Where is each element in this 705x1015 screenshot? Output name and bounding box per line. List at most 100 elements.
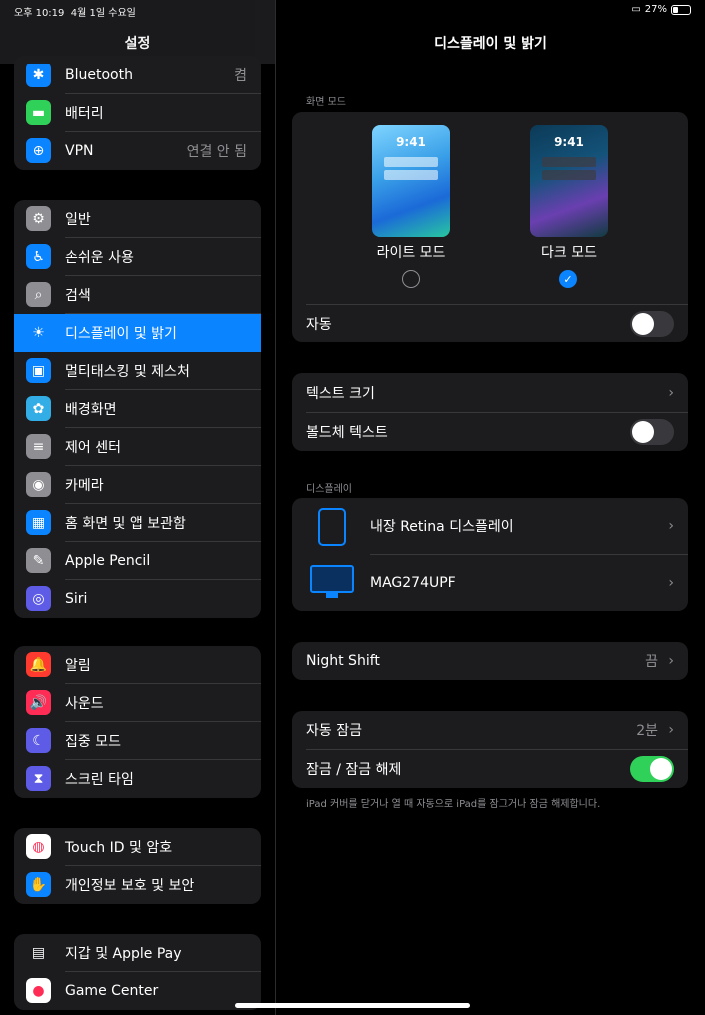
wallpaper-flower-icon: ✿ <box>26 396 51 421</box>
light-mode-preview[interactable]: 9:41 <box>372 125 450 237</box>
monitor-icon <box>310 565 354 593</box>
chevron-right-icon: › <box>668 575 674 591</box>
toggle-knob <box>650 758 672 780</box>
sidebar-item[interactable]: ◎ Siri <box>14 580 261 618</box>
sidebar-item[interactable]: 🔊 사운드 <box>14 684 261 722</box>
sidebar-item-label: 알림 <box>65 658 91 674</box>
sidebar-item-label: Siri <box>65 591 88 607</box>
sidebar-item-label: 지갑 및 Apple Pay <box>65 946 182 962</box>
sidebar-item-label: 스크린 타임 <box>65 772 134 788</box>
sidebar-header: 오후 10:19 4월 1일 수요일 설정 <box>0 0 275 64</box>
dark-mode-radio[interactable]: ✓ <box>559 270 577 288</box>
screen-mirroring-icon: ▭ <box>631 4 641 15</box>
sidebar-group-notifications: 🔔 알림 🔊 사운드 ☾ 집중 모드 ⧗ 스크린 타임 <box>14 646 261 798</box>
fingerprint-icon: ◍ <box>26 834 51 859</box>
auto-lock-label: 자동 잠금 <box>306 723 362 739</box>
lock-unlock-toggle[interactable] <box>630 756 674 782</box>
sidebar-item[interactable]: ● Game Center <box>14 972 261 1010</box>
sidebar-item[interactable]: ◍ Touch ID 및 암호 <box>14 828 261 866</box>
sidebar-item-label: 멀티태스킹 및 제스처 <box>65 364 190 380</box>
sidebar-item-value: 켬 <box>234 68 247 84</box>
vpn-globe-icon: ⊕ <box>26 138 51 163</box>
lock-footnote: iPad 커버를 닫거나 열 때 자동으로 iPad를 잠그거나 잠금 해제합니… <box>306 799 601 810</box>
sidebar-group-general: ⚙ 일반 ♿ 손쉬운 사용 ⌕ 검색 ☀ 디스플레이 및 밝기 ▣ 멀티태스킹 및 제스처 ✿ 배경화… <box>14 200 261 618</box>
sidebar-item[interactable]: ▣ 멀티태스킹 및 제스처 <box>14 352 261 390</box>
sidebar-item-label: Apple Pencil <box>65 553 151 569</box>
sidebar-item-label: 검색 <box>65 288 91 304</box>
sidebar-item[interactable]: ☀ 디스플레이 및 밝기 <box>14 314 261 352</box>
chevron-right-icon: › <box>668 653 674 669</box>
status-time: 오후 10:19 <box>14 8 65 19</box>
sidebar-item-label: Touch ID 및 암호 <box>65 840 173 856</box>
night-shift-label: Night Shift <box>306 653 380 669</box>
battery-icon: ▬ <box>26 100 51 125</box>
sidebar-item[interactable]: 🔔 알림 <box>14 646 261 684</box>
chevron-right-icon: › <box>668 722 674 738</box>
chevron-right-icon: › <box>668 384 674 401</box>
sidebar-item[interactable]: ▦ 홈 화면 및 앱 보관함 <box>14 504 261 542</box>
sidebar-title: 설정 <box>124 36 151 52</box>
lock-card: 자동 잠금 2분 › 잠금 / 잠금 해제 <box>292 711 688 788</box>
auto-lock-row[interactable]: 자동 잠금 2분 › <box>292 711 688 749</box>
builtin-display-row[interactable]: 내장 Retina 디스플레이 › <box>292 498 688 554</box>
preview-time: 9:41 <box>396 135 426 149</box>
hand-icon: ✋ <box>26 872 51 897</box>
night-shift-value: 끔 <box>645 654 658 670</box>
siri-icon: ◎ <box>26 586 51 611</box>
bell-icon: 🔔 <box>26 652 51 677</box>
bold-text-toggle[interactable] <box>630 419 674 445</box>
sidebar-item-label: 배경화면 <box>65 402 117 418</box>
status-right: ▭ 27% <box>631 4 691 15</box>
sidebar-group-wallet: ▤ 지갑 및 Apple Pay ● Game Center <box>14 934 261 1010</box>
sidebar-item[interactable]: ✿ 배경화면 <box>14 390 261 428</box>
appearance-header: 화면 모드 <box>306 97 346 108</box>
external-display-row[interactable]: MAG274UPF › <box>292 555 688 611</box>
sidebar-item-label: Bluetooth <box>65 67 133 83</box>
moon-icon: ☾ <box>26 728 51 753</box>
sidebar-item[interactable]: ◉ 카메라 <box>14 466 261 504</box>
dark-mode-preview[interactable]: 9:41 <box>530 125 608 237</box>
sidebar-item[interactable]: ⧗ 스크린 타임 <box>14 760 261 798</box>
toggle-knob <box>632 421 654 443</box>
battery-percent: 27% <box>644 4 667 15</box>
preview-time: 9:41 <box>554 135 584 149</box>
accessibility-icon: ♿ <box>26 244 51 269</box>
sidebar-item-label: VPN <box>65 143 94 159</box>
bold-text-row: 볼드체 텍스트 <box>292 413 688 451</box>
appearance-card: 9:41 9:41 라이트 모드 다크 모드 ✓ 자동 <box>292 112 688 342</box>
preview-notification-bar <box>542 170 596 180</box>
sidebar-item[interactable]: ✋ 개인정보 보호 및 보안 <box>14 866 261 904</box>
sidebar-item[interactable]: ≡ 제어 센터 <box>14 428 261 466</box>
lock-unlock-label: 잠금 / 잠금 해제 <box>306 762 402 778</box>
sidebar-item-value: 연결 안 됨 <box>186 144 247 160</box>
sidebar-item[interactable]: ⊕ VPN 연결 안 됨 <box>14 132 261 170</box>
game-center-icon: ● <box>26 978 51 1003</box>
auto-lock-value: 2분 <box>636 723 658 739</box>
chevron-right-icon: › <box>668 518 674 534</box>
light-mode-radio[interactable] <box>402 270 420 288</box>
brightness-icon: ☀ <box>26 320 51 345</box>
auto-appearance-toggle[interactable] <box>630 310 674 337</box>
sidebar-item-label: 사운드 <box>65 696 104 712</box>
status-time-date: 오후 10:19 4월 1일 수요일 <box>14 4 136 19</box>
sidebar-group-connectivity: ✱ Bluetooth 켬 ▬ 배터리 ⊕ VPN 연결 안 됨 <box>14 56 261 170</box>
sidebar-item[interactable]: ✎ Apple Pencil <box>14 542 261 580</box>
status-date: 4월 1일 수요일 <box>70 8 136 19</box>
sidebar-item-label: 제어 센터 <box>65 440 121 456</box>
sidebar-item[interactable]: ☾ 집중 모드 <box>14 722 261 760</box>
sidebar-item[interactable]: ▬ 배터리 <box>14 94 261 132</box>
dark-mode-label: 다크 모드 <box>541 245 597 261</box>
home-indicator[interactable] <box>235 1003 470 1008</box>
text-size-row[interactable]: 텍스트 크기 › <box>292 373 688 412</box>
detail-pane: ▭ 27% 디스플레이 및 밝기 화면 모드 9:41 9:41 라이트 모드 … <box>276 0 705 1015</box>
sidebar-item[interactable]: ⌕ 검색 <box>14 276 261 314</box>
sidebar-item[interactable]: ⚙ 일반 <box>14 200 261 238</box>
sidebar-item[interactable]: ♿ 손쉬운 사용 <box>14 238 261 276</box>
monitor-stand <box>326 593 338 598</box>
light-mode-label: 라이트 모드 <box>376 245 446 261</box>
text-size-label: 텍스트 크기 <box>306 385 375 402</box>
night-shift-row[interactable]: Night Shift 끔 › <box>292 642 688 680</box>
hourglass-icon: ⧗ <box>26 766 51 791</box>
bluetooth-icon: ✱ <box>26 62 51 87</box>
sidebar-item[interactable]: ▤ 지갑 및 Apple Pay <box>14 934 261 972</box>
